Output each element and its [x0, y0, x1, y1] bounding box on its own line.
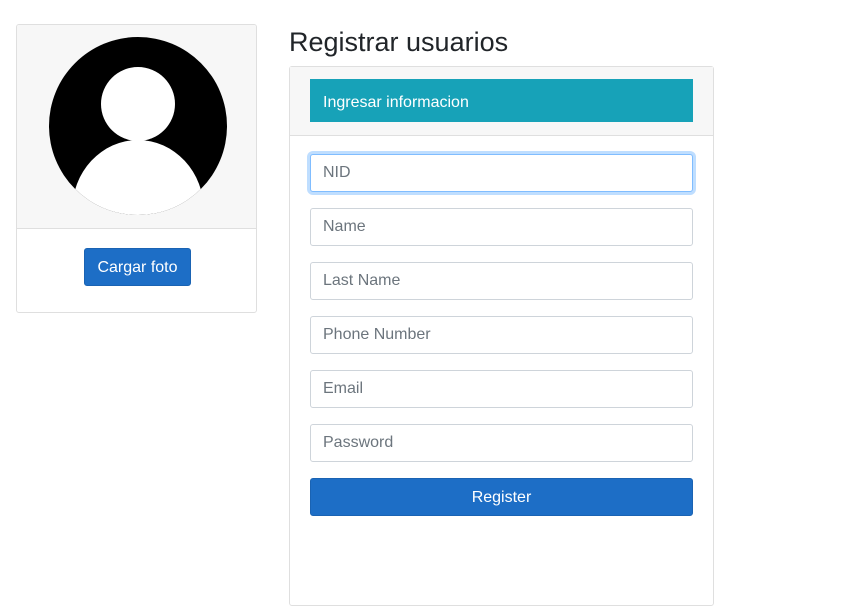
- registration-form-card: Ingresar informacion Register: [289, 66, 714, 606]
- form-header-banner: Ingresar informacion: [310, 79, 693, 122]
- nid-input[interactable]: [310, 154, 693, 192]
- last-name-input[interactable]: [310, 262, 693, 300]
- avatar-container: [17, 25, 256, 229]
- email-input[interactable]: [310, 370, 693, 408]
- upload-photo-button[interactable]: Cargar foto: [84, 248, 191, 286]
- name-input[interactable]: [310, 208, 693, 246]
- form-card-header: Ingresar informacion: [290, 67, 713, 136]
- user-avatar-icon: [49, 37, 227, 215]
- register-button[interactable]: Register: [310, 478, 693, 516]
- phone-number-input[interactable]: [310, 316, 693, 354]
- page-title: Registrar usuarios: [289, 27, 509, 57]
- password-input[interactable]: [310, 424, 693, 462]
- photo-card: Cargar foto: [16, 24, 257, 313]
